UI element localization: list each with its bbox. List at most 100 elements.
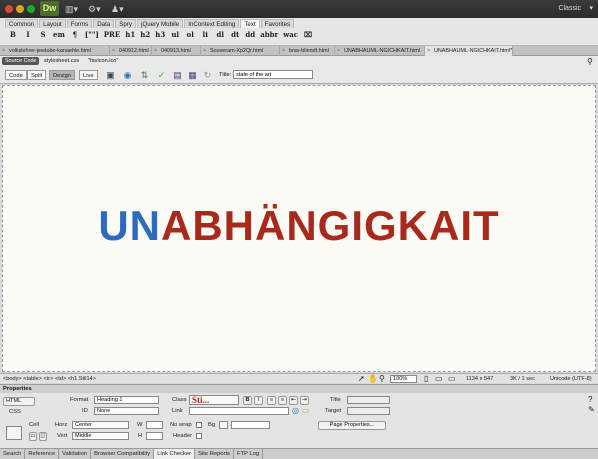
document-tab[interactable]: × brav-blinndt.html	[280, 46, 335, 56]
chevron-down-icon[interactable]: ▾	[589, 3, 593, 15]
document-tab[interactable]: × Souveram-Xp2Qr.html	[201, 46, 280, 56]
panel-tab-link-checker[interactable]: Link Checker	[154, 449, 196, 459]
desktop-size-icon[interactable]: ▭	[448, 374, 456, 384]
text-tool-s[interactable]: S	[36, 30, 50, 44]
zoom-window-icon[interactable]	[27, 5, 35, 13]
split-cells-icon[interactable]: ◫	[39, 432, 47, 441]
close-icon[interactable]: ×	[154, 46, 157, 56]
workspace-switcher[interactable]: Classic	[558, 3, 581, 15]
insert-tab-forms[interactable]: Forms	[66, 19, 93, 28]
bg-color-swatch[interactable]	[219, 421, 228, 429]
bg-color-input[interactable]	[231, 421, 270, 429]
split-view-button[interactable]: Split	[27, 70, 47, 80]
code-view-button[interactable]: Code	[5, 70, 27, 80]
text-tool-i[interactable]: I	[21, 30, 35, 44]
css-mode-label[interactable]: CSS	[9, 408, 21, 417]
close-icon[interactable]: ×	[2, 46, 5, 56]
insert-tab-text[interactable]: Text	[240, 19, 260, 28]
text-tool-symbol-5[interactable]: [""]	[83, 30, 101, 44]
document-tab[interactable]: × 040912.html	[110, 46, 152, 56]
tag-selector[interactable]: <body> <table> <tr> <td> <h1.Stil14>	[3, 374, 96, 384]
text-tool-symbol-4[interactable]: ¶	[68, 30, 82, 44]
multiscreen-icon[interactable]: ▣	[104, 70, 117, 81]
extend-icon[interactable]: ♟▾	[111, 3, 131, 15]
nowrap-checkbox[interactable]	[196, 422, 202, 428]
close-icon[interactable]: ×	[112, 46, 115, 56]
panel-tab-search[interactable]: Search	[0, 449, 26, 459]
text-tool-b[interactable]: B	[6, 30, 20, 44]
quick-tag-icon[interactable]: ✎	[588, 405, 595, 414]
title-field[interactable]	[347, 396, 390, 404]
design-view-button[interactable]: Design	[49, 70, 76, 80]
html-mode-button[interactable]: HTML	[3, 397, 35, 406]
insert-tab-incontext-editing[interactable]: InContext Editing	[184, 19, 240, 28]
related-file-favicon[interactable]: "favicon.ico"	[88, 57, 118, 66]
unordered-list-icon[interactable]: ≡	[267, 396, 276, 405]
hand-tool-icon[interactable]: ✋	[368, 374, 378, 384]
preview-browser-icon[interactable]: ◉	[121, 70, 134, 81]
gear-icon[interactable]: ⚙▾	[88, 3, 108, 15]
w3c-validation-icon[interactable]: ✓	[155, 70, 168, 81]
minimize-window-icon[interactable]	[16, 5, 24, 13]
panel-tab-site-reports[interactable]: Site Reports	[195, 449, 234, 459]
close-icon[interactable]: ×	[427, 46, 430, 56]
point-to-file-icon[interactable]: ◎	[292, 406, 299, 415]
layout-icon[interactable]: ▥▾	[65, 3, 85, 15]
document-tab[interactable]: × 040913.html	[152, 46, 201, 56]
link-input[interactable]	[189, 407, 289, 415]
insert-tab-data[interactable]: Data	[93, 19, 115, 28]
text-tool-em[interactable]: em	[51, 30, 67, 44]
page-properties-button[interactable]: Page Properties...	[318, 421, 386, 430]
panel-tab-ftp-log[interactable]: FTP Log	[234, 449, 264, 459]
related-file-stylesheet[interactable]: stylesheet.css	[44, 57, 79, 66]
browse-folder-icon[interactable]: ▭	[302, 406, 310, 415]
panel-tab-validation[interactable]: Validation	[59, 449, 92, 459]
close-window-icon[interactable]	[5, 5, 13, 13]
zoom-tool-icon[interactable]: ⚲	[379, 374, 385, 384]
select-tool-icon[interactable]: ➚	[358, 374, 365, 384]
text-tool-abbr[interactable]: abbr	[258, 30, 280, 44]
italic-button[interactable]: I	[254, 396, 263, 405]
target-select[interactable]	[347, 407, 390, 415]
panel-tab-reference[interactable]: Reference	[25, 449, 60, 459]
insert-tab-jquery-mobile[interactable]: jQuery Mobile	[137, 19, 184, 28]
help-icon[interactable]: ?	[588, 395, 592, 404]
document-title-input[interactable]	[233, 70, 313, 79]
merge-cells-icon[interactable]: ▭	[29, 432, 37, 441]
text-tool-h1[interactable]: h1	[123, 30, 137, 44]
text-tool-h2[interactable]: h2	[138, 30, 152, 44]
vert-select[interactable]: Middle	[72, 432, 129, 440]
class-select[interactable]: Sti...	[189, 395, 239, 405]
ordered-list-icon[interactable]: ≡	[278, 396, 287, 405]
refresh-icon[interactable]: ↻	[201, 70, 214, 81]
visual-aids-icon[interactable]: ▦	[186, 70, 199, 81]
text-tool-dt[interactable]: dt	[228, 30, 242, 44]
text-tool-ol[interactable]: ol	[183, 30, 197, 44]
format-select[interactable]: Heading 1	[94, 396, 159, 404]
tablet-size-icon[interactable]: ▭	[435, 374, 443, 384]
insert-tab-spry[interactable]: Spry	[115, 19, 137, 28]
text-tool-li[interactable]: li	[198, 30, 212, 44]
properties-panel-header[interactable]: Properties	[0, 384, 598, 393]
close-icon[interactable]: ×	[282, 46, 285, 56]
document-tab[interactable]: × volkslehrer-jewtube-kanaehle.html	[0, 46, 110, 56]
text-tool-dd[interactable]: dd	[243, 30, 257, 44]
file-management-icon[interactable]: ⇅	[138, 70, 151, 81]
live-view-button[interactable]: Live	[79, 70, 98, 80]
panel-tab-browser-compatibility[interactable]: Browser Compatibility	[91, 449, 155, 459]
text-tool-symbol-18[interactable]: ⌧	[301, 30, 315, 44]
document-tab[interactable]: × UNABHAUML-NGICHKAIT.html	[335, 46, 425, 56]
mobile-size-icon[interactable]: ▯	[424, 374, 428, 384]
close-icon[interactable]: ×	[203, 46, 206, 56]
zoom-select[interactable]: 100%	[390, 375, 417, 383]
check-browser-icon[interactable]: ▤	[171, 70, 184, 81]
text-tool-wac[interactable]: wac	[281, 30, 300, 44]
page-heading[interactable]: UNABHÄNGIGKAIT	[3, 203, 595, 249]
document-tab[interactable]: × UNABHAUML-NGICHKAIT.html*	[425, 46, 513, 56]
insert-tab-favorites[interactable]: Favorites	[260, 19, 295, 28]
width-input[interactable]	[146, 421, 163, 429]
id-select[interactable]: None	[94, 407, 159, 415]
insert-tab-layout[interactable]: Layout	[39, 19, 66, 28]
outdent-icon[interactable]: ⇤	[289, 396, 298, 405]
height-input[interactable]	[146, 432, 163, 440]
